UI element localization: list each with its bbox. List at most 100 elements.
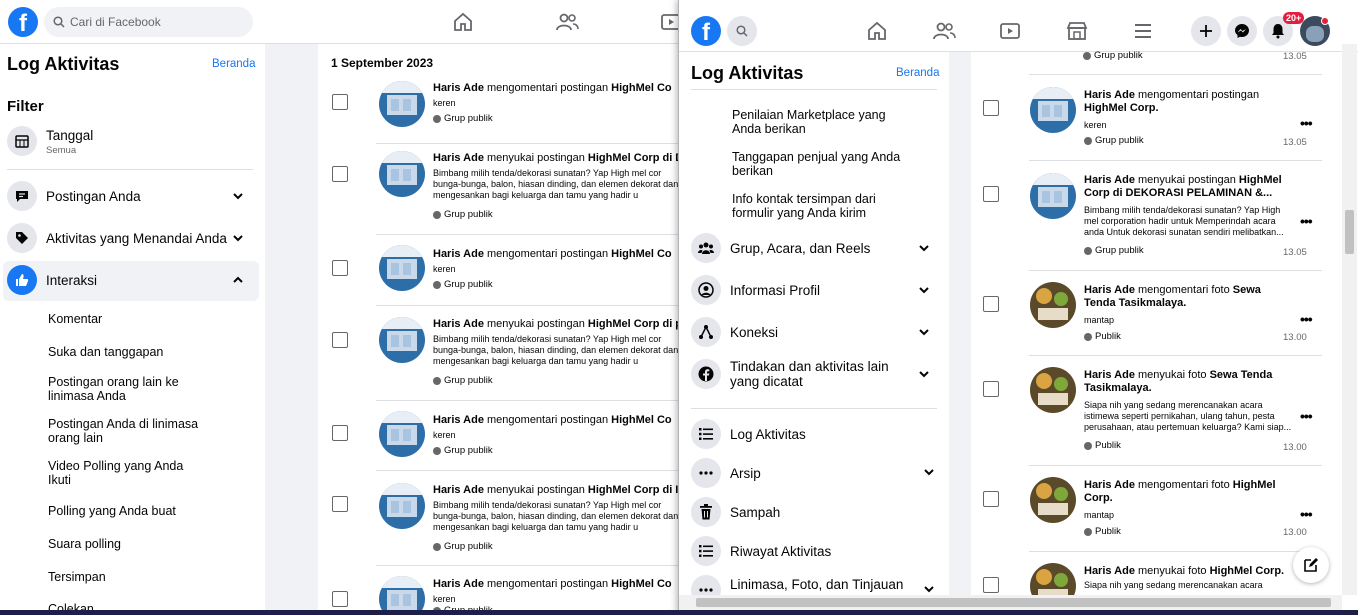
chevron-down-icon[interactable] [232, 191, 244, 201]
search-icon [736, 25, 748, 37]
horizontal-scrollbar[interactable] [679, 595, 1342, 610]
search-button[interactable] [727, 16, 757, 46]
timestamp: 13.00 [1283, 442, 1307, 453]
category-label: Postingan Anda [46, 188, 141, 204]
home-link[interactable]: Beranda [212, 58, 255, 70]
vertical-scrollbar[interactable] [1342, 44, 1357, 595]
activity-item[interactable]: Haris Ade mengomentari postingan HighMel… [971, 78, 1342, 158]
chevron-down-icon[interactable] [918, 369, 930, 379]
chevron-down-icon[interactable] [923, 584, 935, 594]
select-checkbox[interactable] [332, 591, 348, 607]
tool-label: Riwayat Aktivitas [730, 543, 832, 559]
facebook-logo-icon[interactable]: f [8, 7, 38, 37]
select-checkbox[interactable] [983, 296, 999, 312]
tool-timeline-photos-review[interactable]: Linimasa, Foto, dan Tinjauan [691, 575, 931, 595]
home-link[interactable]: Beranda [896, 67, 939, 79]
activity-item[interactable]: Haris Ade menyukai postingan HighMel Cor… [318, 312, 680, 398]
activity-item[interactable]: Haris Ade menyukai postingan HighMel Cor… [971, 164, 1342, 268]
select-checkbox[interactable] [332, 94, 348, 110]
audience: Publik [1084, 526, 1121, 537]
select-checkbox[interactable] [983, 381, 999, 397]
sublink-likes-reactions[interactable]: Suka dan tanggapan [48, 345, 163, 359]
menu-hamburger-icon[interactable] [1131, 19, 1155, 43]
activity-item[interactable]: Haris Ade mengomentari postingan HighMel… [318, 242, 680, 310]
chevron-down-icon[interactable] [918, 243, 930, 253]
activity-item[interactable]: Haris Ade menyukai postingan HighMel Cor… [318, 146, 680, 232]
home-icon[interactable] [865, 19, 889, 43]
select-checkbox[interactable] [332, 496, 348, 512]
marketplace-icon[interactable] [1065, 19, 1089, 43]
activity-text: Haris Ade mengomentari foto HighMel Corp… [1084, 479, 1276, 504]
create-button[interactable] [1191, 16, 1221, 46]
watch-video-icon[interactable] [659, 10, 680, 34]
bell-icon [1272, 24, 1284, 39]
facebook-logo-icon[interactable]: f [691, 16, 721, 46]
more-options-button[interactable]: ••• [1300, 408, 1313, 424]
activity-item[interactable]: Haris Ade menyukai foto HighMel Corp. Si… [971, 555, 1342, 595]
tool-trash[interactable]: Sampah [691, 497, 780, 527]
select-checkbox[interactable] [983, 491, 999, 507]
select-checkbox[interactable] [332, 425, 348, 441]
sublink-saved-contact-info[interactable]: Info kontak tersimpan dari formulir yang… [732, 192, 907, 220]
messenger-button[interactable] [1227, 16, 1257, 46]
tool-archive[interactable]: Arsip [691, 458, 931, 488]
tool-activity-log[interactable]: Log Aktivitas [691, 419, 806, 449]
chevron-down-icon[interactable] [232, 233, 244, 243]
category-other-actions[interactable]: Tindakan dan aktivitas lain yang dicatat [691, 359, 911, 389]
sublink-polls-created[interactable]: Polling yang Anda buat [48, 504, 176, 518]
more-options-button[interactable]: ••• [1300, 506, 1313, 522]
friends-icon[interactable] [555, 10, 579, 34]
sublink-your-posts-on-others-timeline[interactable]: Postingan Anda di linimasa orang lain [48, 417, 218, 445]
scrollbar-thumb[interactable] [1345, 210, 1354, 254]
date-filter[interactable]: Tanggal Semua [7, 126, 93, 156]
activity-item[interactable]: Haris Ade mengomentari postingan HighMel… [318, 76, 680, 144]
sublink-video-polls-followed[interactable]: Video Polling yang Anda Ikuti [48, 459, 208, 487]
activity-text: Haris Ade mengomentari postingan HighMel… [433, 414, 672, 426]
sublink-seller-responses[interactable]: Tanggapan penjual yang Anda berikan [732, 150, 907, 178]
category-connections[interactable]: Koneksi [691, 317, 931, 347]
sublink-marketplace-ratings[interactable]: Penilaian Marketplace yang Anda berikan [732, 108, 907, 136]
select-checkbox[interactable] [983, 100, 999, 116]
sublink-saved[interactable]: Tersimpan [48, 570, 106, 584]
activity-item[interactable]: Haris Ade mengomentari foto HighMel Corp… [971, 469, 1342, 549]
category-tagged[interactable]: Aktivitas yang Menandai Anda [7, 223, 253, 253]
select-checkbox[interactable] [332, 332, 348, 348]
globe-icon [1084, 441, 1092, 450]
category-groups-events-reels[interactable]: Grup, Acara, dan Reels [691, 233, 931, 263]
select-checkbox[interactable] [983, 577, 999, 593]
chevron-up-icon[interactable] [232, 275, 244, 285]
home-icon[interactable] [451, 10, 475, 34]
chevron-down-icon[interactable] [918, 285, 930, 295]
activity-item[interactable]: Haris Ade mengomentari postingan HighMel… [318, 408, 680, 476]
chevron-down-icon[interactable] [918, 327, 930, 337]
globe-icon [1084, 246, 1092, 255]
activity-item[interactable]: Haris Ade mengomentari foto Sewa Tenda T… [971, 274, 1342, 354]
chevron-down-icon[interactable] [923, 467, 935, 477]
more-options-button[interactable]: ••• [1300, 311, 1313, 327]
globe-icon [433, 446, 441, 455]
more-options-button[interactable]: ••• [1300, 213, 1313, 229]
photo-thumbnail [1030, 563, 1076, 595]
select-checkbox[interactable] [332, 260, 348, 276]
new-message-button[interactable] [1293, 547, 1329, 583]
audience: Grup publik [1084, 135, 1144, 146]
activity-item[interactable]: Haris Ade mengomentari postingan HighMel… [318, 572, 680, 615]
select-checkbox[interactable] [983, 186, 999, 202]
filter-heading: Filter [7, 98, 44, 115]
sublink-comments[interactable]: Komentar [48, 312, 102, 326]
watch-video-icon[interactable] [998, 19, 1022, 43]
select-checkbox[interactable] [332, 166, 348, 182]
sublink-others-posts-on-timeline[interactable]: Postingan orang lain ke linimasa Anda [48, 375, 218, 403]
search-input[interactable]: Cari di Facebook [44, 7, 253, 37]
category-posts[interactable]: Postingan Anda [7, 181, 253, 211]
tag-icon [7, 223, 37, 253]
scrollbar-thumb[interactable] [696, 598, 1331, 607]
tool-activity-history[interactable]: Riwayat Aktivitas [691, 536, 831, 566]
sublink-poll-votes[interactable]: Suara polling [48, 537, 121, 551]
category-interactions[interactable]: Interaksi [7, 265, 253, 295]
friends-icon[interactable] [932, 19, 956, 43]
category-profile-info[interactable]: Informasi Profil [691, 275, 931, 305]
activity-item[interactable]: Haris Ade menyukai postingan HighMel Cor… [318, 478, 680, 564]
activity-item[interactable]: Haris Ade menyukai foto Sewa Tenda Tasik… [971, 359, 1342, 463]
more-options-button[interactable]: ••• [1300, 115, 1313, 131]
